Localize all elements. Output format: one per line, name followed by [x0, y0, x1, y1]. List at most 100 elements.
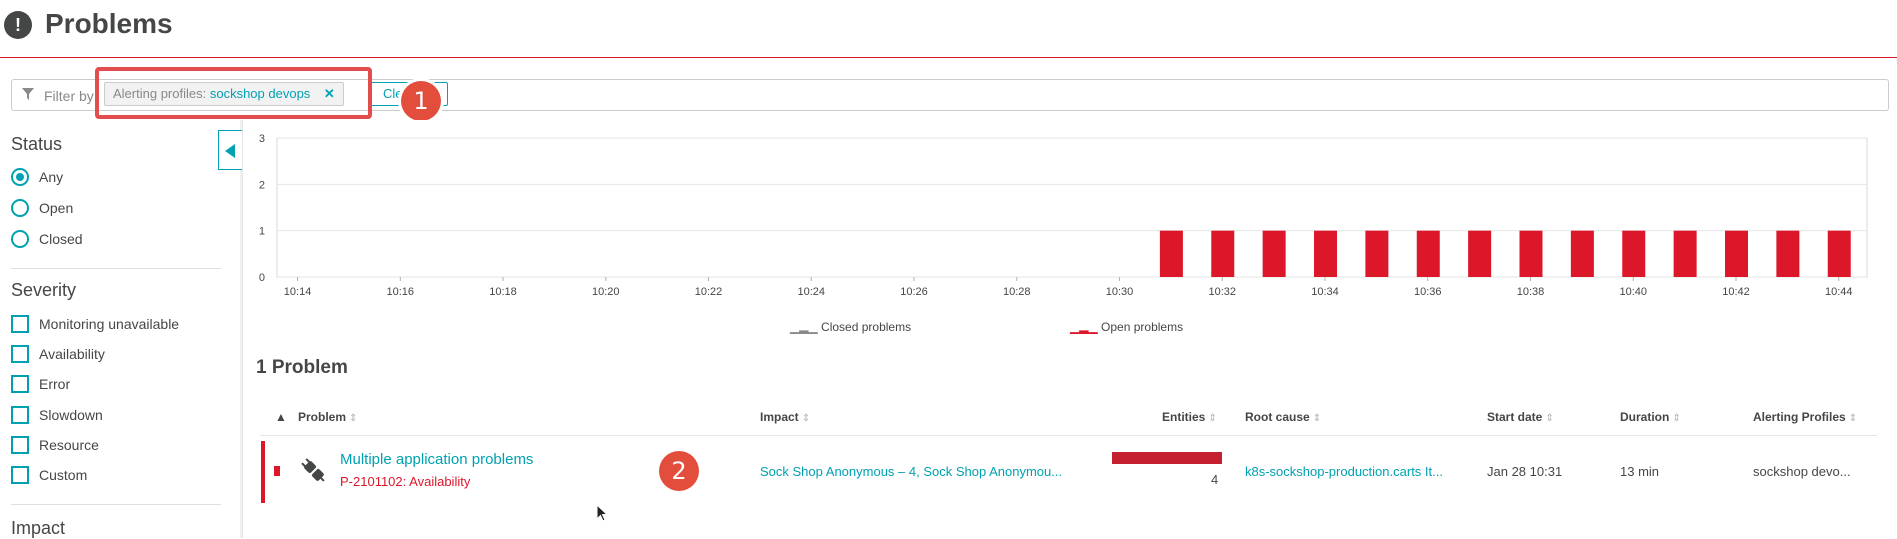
x-tick-label: 10:32: [1209, 286, 1237, 298]
severity-option-error[interactable]: Error: [11, 375, 70, 393]
y-tick-label: 1: [259, 226, 265, 238]
checkbox-icon[interactable]: [11, 315, 29, 333]
sort-icon: ⇕: [801, 413, 811, 424]
legend-label: Open problems: [1101, 320, 1184, 334]
collapse-sidebar-button[interactable]: [218, 130, 242, 170]
x-tick-label: 10:14: [284, 286, 312, 298]
start-date: Jan 28 10:31: [1487, 464, 1563, 479]
bar-open-problems: [1570, 230, 1594, 277]
annotation-badge-1: 1: [401, 81, 441, 121]
radio-icon[interactable]: [11, 230, 29, 248]
root-cause-link[interactable]: k8s-sockshop-production.carts It...: [1245, 464, 1443, 479]
filter-icon: [22, 88, 34, 103]
bar-open-problems: [1724, 230, 1748, 277]
checkbox-icon[interactable]: [11, 345, 29, 363]
radio-icon[interactable]: [11, 199, 29, 217]
page-title: Problems: [45, 8, 173, 39]
page-header: ! Problems: [0, 0, 1897, 58]
bar-open-problems: [1519, 230, 1543, 277]
problems-timeline-chart: 0 1 2 3 10:14 10:16 10:18 10:20 10:22 10:24 10:26 1…: [259, 133, 1868, 298]
x-tick-label: 10:18: [489, 286, 517, 298]
status-option-any[interactable]: Any: [11, 168, 63, 186]
severity-indicator: [274, 466, 280, 476]
x-tick-label: 10:22: [695, 286, 723, 298]
sort-icon: ⇕: [1672, 413, 1681, 424]
bar-open-problems: [1622, 230, 1646, 277]
availability-plug-icon: [300, 457, 328, 491]
alerting-profiles: sockshop devo...: [1753, 464, 1851, 479]
problems-alert-icon: !: [4, 11, 32, 39]
sidebar-divider: [11, 268, 221, 269]
y-tick-label: 2: [259, 179, 265, 191]
column-header-root-cause[interactable]: Root cause ⇕: [1245, 410, 1321, 424]
column-label: Root cause: [1245, 410, 1310, 424]
annotation-highlight-box: [95, 67, 372, 119]
problem-count: 1 Problem: [256, 357, 348, 378]
checkbox-icon[interactable]: [11, 406, 29, 424]
checkbox-icon[interactable]: [11, 466, 29, 484]
severity-option-slowdown[interactable]: Slowdown: [11, 406, 103, 424]
y-tick-label: 3: [259, 133, 265, 145]
problem-id: P-2101102: Availability: [340, 474, 471, 489]
bar-open-problems: [1314, 230, 1338, 277]
sort-toggle-icon[interactable]: ▲: [275, 410, 287, 424]
legend-label: Closed problems: [821, 320, 912, 334]
bar-open-problems: [1211, 230, 1235, 277]
x-tick-label: 10:34: [1311, 286, 1339, 298]
duration: 13 min: [1620, 464, 1660, 479]
status-option-open[interactable]: Open: [11, 199, 73, 217]
status-option-label: Open: [39, 200, 74, 216]
sort-icon: ⇕: [1545, 413, 1554, 424]
severity-option-monitoring-unavailable[interactable]: Monitoring unavailable: [11, 315, 179, 333]
radio-selected-icon[interactable]: [11, 168, 29, 186]
severity-stripe: [261, 441, 265, 503]
bar-open-problems: [1159, 230, 1183, 277]
severity-option-custom[interactable]: Custom: [11, 466, 87, 484]
filter-placeholder: Filter by: [44, 88, 94, 104]
checkbox-icon[interactable]: [11, 436, 29, 454]
sidebar-divider: [11, 504, 221, 505]
x-tick-label: 10:30: [1106, 286, 1134, 298]
bar-open-problems: [1673, 230, 1697, 277]
severity-option-resource[interactable]: Resource: [11, 436, 99, 454]
problem-title-link[interactable]: Multiple application problems: [340, 451, 533, 468]
x-tick-label: 10:44: [1825, 286, 1853, 298]
x-tick-label: 10:26: [900, 286, 928, 298]
severity-option-label: Slowdown: [39, 407, 103, 423]
entities-count: 4: [1211, 472, 1219, 487]
x-tick-label: 10:28: [1003, 286, 1031, 298]
severity-option-label: Resource: [39, 437, 99, 453]
severity-option-label: Custom: [39, 467, 88, 483]
x-tick-label: 10:24: [798, 286, 826, 298]
x-tick-label: 10:40: [1619, 286, 1647, 298]
legend-open-problems[interactable]: ▁▂▁ Open problems: [1070, 320, 1183, 334]
column-header-start-date[interactable]: Start date ⇕: [1487, 410, 1554, 424]
column-header-entities[interactable]: Entities ⇕: [1162, 410, 1217, 424]
status-option-label: Closed: [39, 231, 83, 247]
x-tick-label: 10:36: [1414, 286, 1442, 298]
severity-option-label: Error: [39, 376, 71, 392]
sort-icon: ⇕: [349, 413, 358, 424]
legend-closed-problems[interactable]: ▁▂▁ Closed problems: [790, 320, 911, 334]
column-label: Alerting Profiles: [1753, 410, 1846, 424]
severity-heading: Severity: [11, 280, 77, 300]
impact-heading: Impact: [11, 518, 66, 538]
filter-sidebar: Status Any Open Closed Severity Monitori…: [0, 120, 240, 538]
column-label: Start date: [1487, 410, 1543, 424]
column-header-impact[interactable]: Impact ⇕: [760, 410, 810, 424]
status-option-closed[interactable]: Closed: [11, 230, 83, 248]
bar-open-problems: [1365, 230, 1389, 277]
impact-link[interactable]: Sock Shop Anonymous – 4, Sock Shop Anony…: [760, 464, 1062, 479]
severity-option-availability[interactable]: Availability: [11, 345, 105, 363]
column-header-alerting-profiles[interactable]: Alerting Profiles ⇕: [1753, 410, 1857, 424]
sort-icon: ⇕: [1312, 413, 1322, 424]
column-label: Entities: [1162, 410, 1206, 424]
y-tick-label: 0: [259, 272, 265, 284]
status-option-label: Any: [39, 169, 64, 185]
x-tick-label: 10:16: [387, 286, 415, 298]
annotation-badge-2: 2: [659, 451, 699, 491]
column-header-problem[interactable]: Problem ⇕: [298, 410, 357, 424]
checkbox-icon[interactable]: [11, 375, 29, 393]
column-label: Problem: [298, 410, 347, 424]
column-header-duration[interactable]: Duration ⇕: [1620, 410, 1681, 424]
